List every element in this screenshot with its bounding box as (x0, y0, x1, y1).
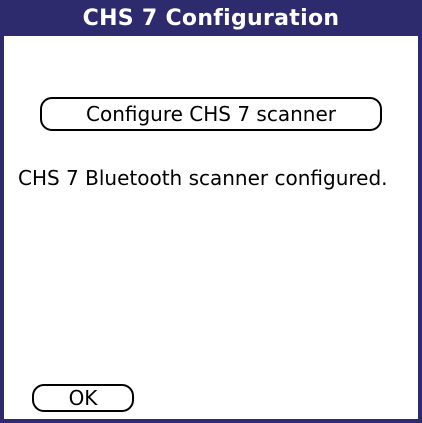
title-bar: CHS 7 Configuration (0, 0, 422, 36)
ok-button[interactable]: OK (32, 384, 134, 412)
configure-button-label: Configure CHS 7 scanner (86, 102, 336, 126)
ok-button-label: OK (68, 386, 98, 410)
configure-chs7-scanner-button[interactable]: Configure CHS 7 scanner (40, 97, 382, 131)
status-message: CHS 7 Bluetooth scanner configured. (18, 166, 388, 190)
chs7-configuration-dialog: CHS 7 Configuration Configure CHS 7 scan… (0, 0, 422, 423)
dialog-frame (0, 0, 422, 423)
dialog-title: CHS 7 Configuration (82, 5, 340, 31)
